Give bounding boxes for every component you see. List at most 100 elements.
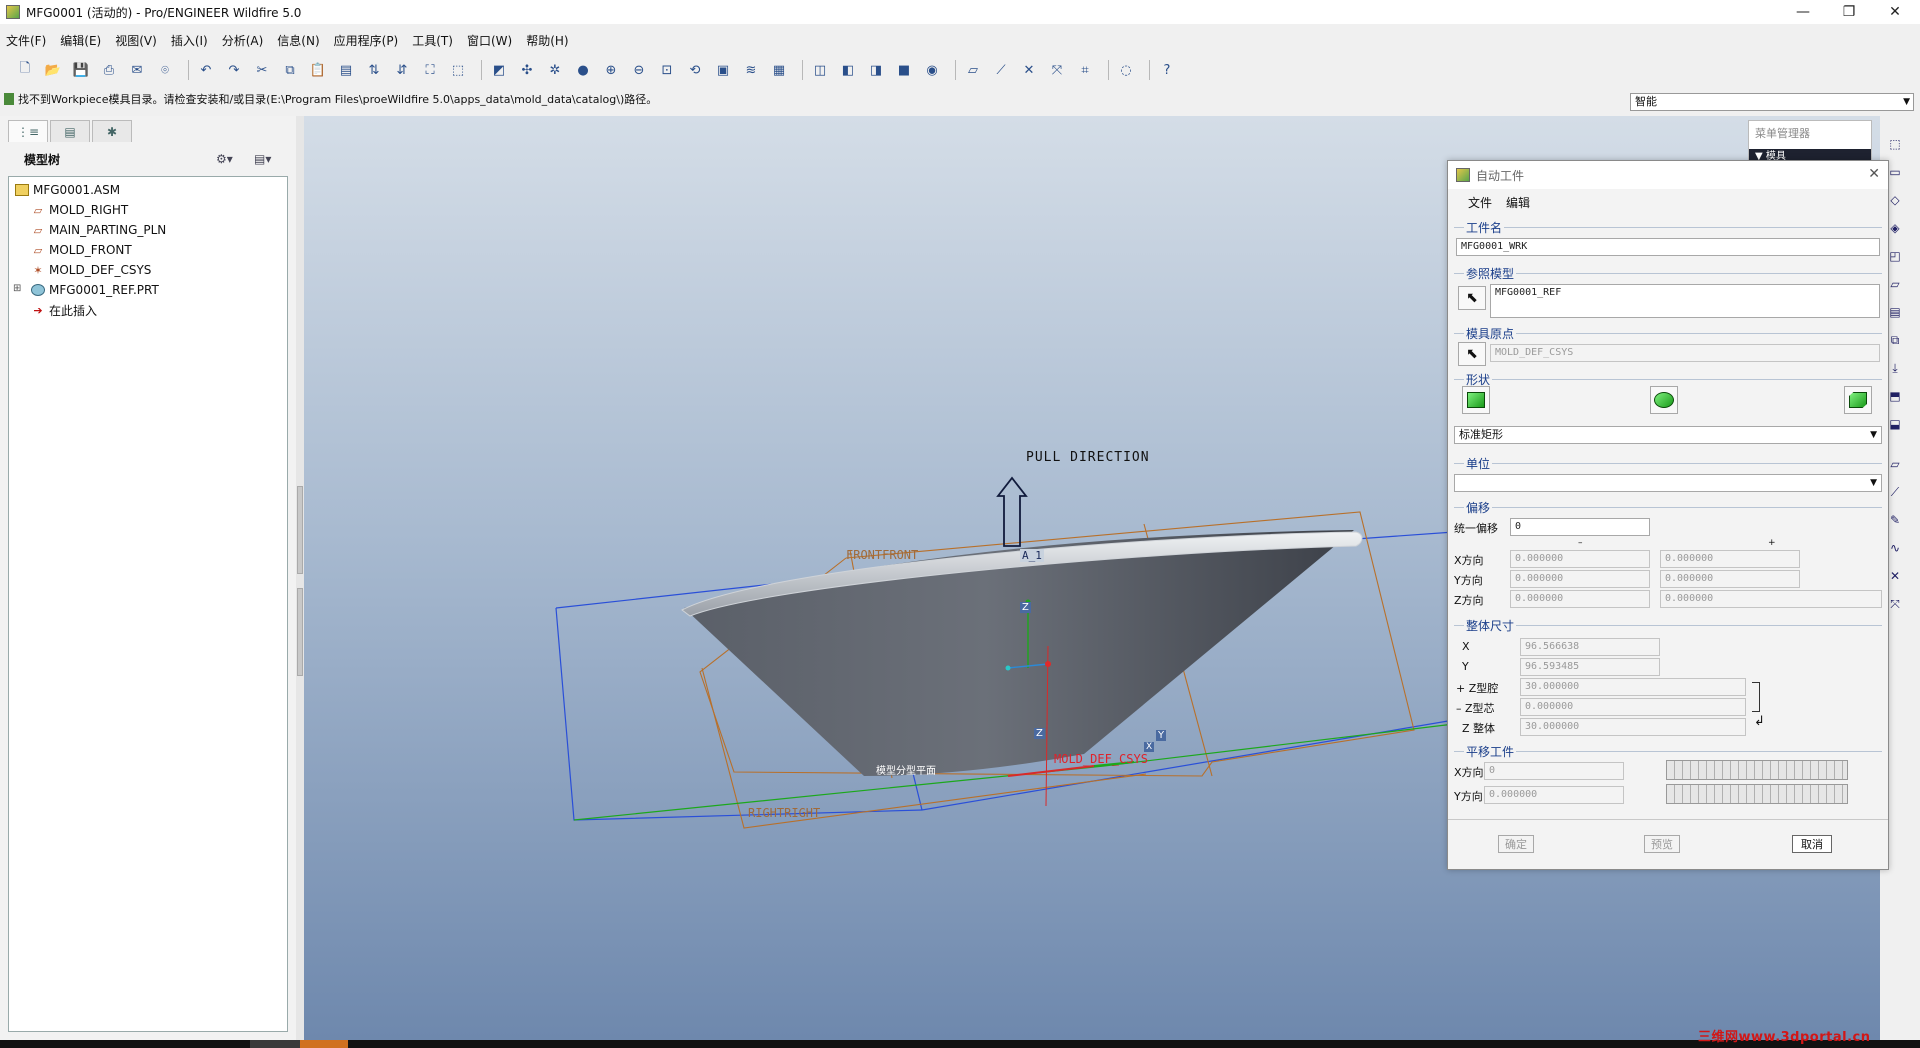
dialog-close-icon[interactable]: ✕ [1868,166,1880,182]
translate-x-input[interactable]: 0 [1484,762,1624,780]
menu-info[interactable]: 信息(N) [277,32,319,49]
offset-x-pos-input[interactable]: 0.000000 [1660,550,1800,568]
splitter-grip[interactable] [297,588,303,676]
csys-display-icon[interactable]: ⤧ [1046,59,1068,81]
tree-item-ref-prt[interactable]: MFG0001_REF.PRT [31,281,159,299]
tree-item-mold-def-csys[interactable]: ✶ MOLD_DEF_CSYS [31,261,151,279]
undo-icon[interactable]: ↶ [195,59,217,81]
annotation-display-icon[interactable]: ⌗ [1074,59,1096,81]
offset-y-neg-input[interactable]: 0.000000 [1510,570,1650,588]
shading-icon[interactable]: ■ [893,59,915,81]
mold-origin-select-button[interactable]: ⬉ [1458,342,1486,366]
tree-item-main-parting-pln[interactable]: ▱ MAIN_PARTING_PLN [31,221,167,239]
menu-edit[interactable]: 编辑(E) [60,32,101,49]
redo-icon[interactable]: ↷ [223,59,245,81]
mold-tool-icon[interactable]: ⬚ [1886,136,1904,152]
zoom-out-icon[interactable]: ⊖ [628,59,650,81]
datum-plane-display-icon[interactable]: ▱ [962,59,984,81]
find-icon[interactable]: ⛶ [419,59,441,81]
workpiece-name-input[interactable]: MFG0001_WRK [1456,238,1880,256]
cancel-button[interactable]: 取消 [1792,835,1832,853]
menu-tools[interactable]: 工具(T) [412,32,453,49]
filter-select[interactable]: 智能 ▼ [1630,93,1914,111]
uniform-offset-input[interactable]: 0 [1510,518,1650,536]
tree-item-mold-right[interactable]: ▱ MOLD_RIGHT [31,201,129,219]
z-core-input[interactable]: 0.000000 [1520,698,1746,716]
menu-applications[interactable]: 应用程序(P) [334,32,399,49]
new-file-icon[interactable]: 🗋 [14,59,36,81]
menu-file[interactable]: 文件(F) [6,32,46,49]
tab-favorites[interactable]: ✱ [92,120,132,142]
overall-x-input[interactable]: 96.566638 [1520,638,1660,656]
expand-icon[interactable]: ⊞ [13,283,21,294]
shape-custom-button[interactable] [1844,386,1872,414]
refit-icon[interactable]: ⊡ [656,59,678,81]
hide-icon[interactable]: ◌ [1115,59,1137,81]
shape-select[interactable]: 标准矩形 ▼ [1454,426,1882,444]
spin-center-icon[interactable]: ✣ [516,59,538,81]
menu-analysis[interactable]: 分析(A) [222,32,264,49]
offset-z-pos-input[interactable]: 0.000000 [1660,590,1882,608]
menu-insert[interactable]: 插入(I) [171,32,208,49]
paste-special-icon[interactable]: ▤ [335,59,357,81]
translate-x-slider[interactable] [1666,760,1848,780]
reorient-icon[interactable]: ⟲ [684,59,706,81]
ref-model-field[interactable]: MFG0001_REF [1490,284,1880,318]
tree-item-insert-here[interactable]: ➔ 在此插入 [31,301,97,319]
dialog-menu-file[interactable]: 文件 [1468,194,1492,211]
ok-button[interactable]: 确定 [1498,835,1534,853]
layers-icon[interactable]: ≋ [740,59,762,81]
maximize-button[interactable]: ❐ [1826,0,1872,24]
menu-help[interactable]: 帮助(H) [526,32,568,49]
ref-model-select-button[interactable]: ⬉ [1458,286,1486,310]
menu-window[interactable]: 窗口(W) [467,32,512,49]
menu-view[interactable]: 视图(V) [115,32,157,49]
offset-z-neg-input[interactable]: 0.000000 [1510,590,1650,608]
splitter-grip[interactable] [297,486,303,574]
preview-button[interactable]: 预览 [1644,835,1680,853]
save-icon[interactable]: 💾 [70,59,92,81]
saved-views-icon[interactable]: ▣ [712,59,734,81]
regenerate-icon[interactable]: ⇅ [363,59,385,81]
dialog-menu-edit[interactable]: 编辑 [1506,194,1530,211]
panel-splitter[interactable] [296,116,304,1048]
offset-x-neg-input[interactable]: 0.000000 [1510,550,1650,568]
shape-cylinder-button[interactable] [1650,386,1678,414]
enhanced-realism-icon[interactable]: ◉ [921,59,943,81]
hidden-line-icon[interactable]: ◧ [837,59,859,81]
tree-item-mold-front[interactable]: ▱ MOLD_FRONT [31,241,132,259]
email-link-icon[interactable]: ⌾ [154,59,176,81]
orient-mode-icon[interactable]: ✲ [544,59,566,81]
minimize-button[interactable]: — [1780,0,1826,24]
shape-rectangle-button[interactable] [1462,386,1490,414]
z-cavity-input[interactable]: 30.000000 [1520,678,1746,696]
print-icon[interactable]: ⎙ [98,59,120,81]
translate-y-input[interactable]: 0.000000 [1484,786,1624,804]
copy-icon[interactable]: ⧉ [279,59,301,81]
translate-y-slider[interactable] [1666,784,1848,804]
email-icon[interactable]: ✉ [126,59,148,81]
tab-folder-browser[interactable]: ▤ [50,120,90,142]
wireframe-icon[interactable]: ◫ [809,59,831,81]
tree-item-asm[interactable]: MFG0001.ASM [15,181,120,199]
no-hidden-icon[interactable]: ◨ [865,59,887,81]
offset-y-pos-input[interactable]: 0.000000 [1660,570,1800,588]
open-folder-icon[interactable]: 📂 [42,59,64,81]
tab-model-tree[interactable]: ⋮≡ [8,120,48,142]
units-select[interactable]: ▼ [1454,474,1882,492]
cut-icon[interactable]: ✂ [251,59,273,81]
mold-origin-field[interactable]: MOLD_DEF_CSYS [1490,344,1880,362]
regen-manager-icon[interactable]: ⇵ [391,59,413,81]
settings-dropdown-icon[interactable]: ⚙▾ [216,152,233,166]
overall-y-input[interactable]: 96.593485 [1520,658,1660,676]
appearance-icon[interactable]: ● [572,59,594,81]
context-help-icon[interactable]: ? [1156,59,1178,81]
redraw-icon[interactable]: ◩ [488,59,510,81]
view-manager-icon[interactable]: ▦ [768,59,790,81]
close-button[interactable]: ✕ [1872,0,1918,24]
datum-point-display-icon[interactable]: ✕ [1018,59,1040,81]
select-box-icon[interactable]: ⬚ [447,59,469,81]
datum-axis-display-icon[interactable]: ⟋ [990,59,1012,81]
paste-icon[interactable]: 📋 [307,59,329,81]
z-total-input[interactable]: 30.000000 [1520,718,1746,736]
